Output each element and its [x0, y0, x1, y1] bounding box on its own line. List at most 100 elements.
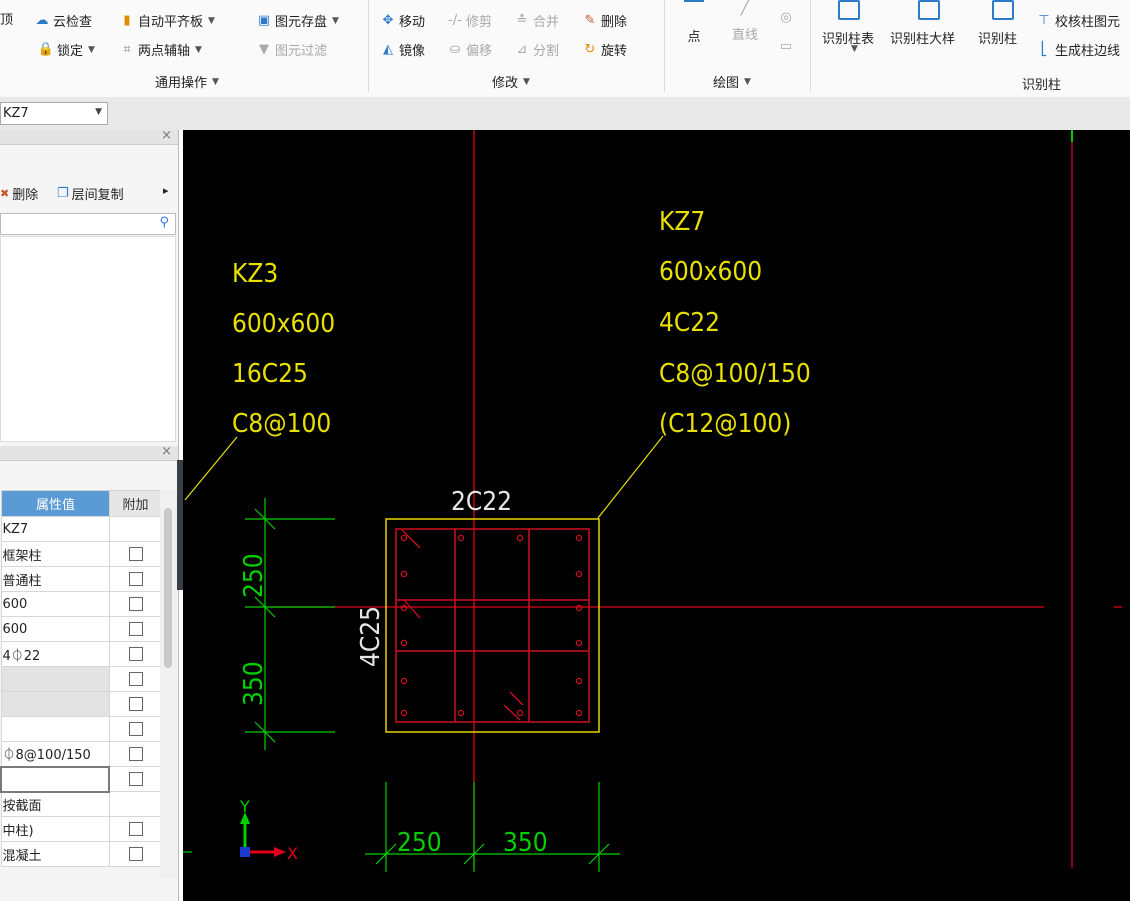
auto-align-slab-button[interactable]: ▮ 自动平齐板 ▼ [119, 11, 215, 31]
extra-checkbox[interactable] [128, 722, 143, 736]
property-row[interactable]: ⏀8@100/150 [0, 741, 162, 767]
property-row[interactable]: KZ7 [0, 516, 162, 542]
search-input[interactable]: ⚲ [0, 213, 176, 235]
property-value[interactable]: ⏀8@100/150 [0, 741, 110, 767]
property-value[interactable]: KZ7 [0, 516, 110, 542]
line-icon: ╱ [740, 0, 750, 16]
modify-group-label[interactable]: 修改 ▼ [492, 72, 530, 91]
identify-column-button[interactable]: 识别柱 [978, 28, 1017, 47]
filter-button[interactable]: ▼ 图元过滤 [256, 40, 327, 60]
close-icon[interactable]: × [161, 128, 172, 143]
extra-checkbox[interactable] [128, 697, 143, 711]
extra-checkbox[interactable] [128, 847, 143, 861]
property-value[interactable] [0, 716, 110, 742]
line-button[interactable]: ╱ 直线 [732, 0, 758, 43]
property-row[interactable]: 框架柱 [0, 541, 162, 567]
close-icon[interactable]: × [161, 444, 172, 459]
property-value[interactable]: 中柱) [0, 816, 110, 842]
generate-column-edge-button[interactable]: ⎣ 生成柱边线 [1036, 40, 1120, 60]
identify-column-detail-icon [918, 0, 940, 20]
property-row[interactable]: 混凝土 [0, 841, 162, 867]
property-value[interactable]: 600 [0, 591, 110, 617]
property-row[interactable] [0, 716, 162, 742]
property-row[interactable] [0, 691, 162, 717]
property-value[interactable]: 按截面 [0, 791, 110, 817]
extra-checkbox[interactable] [128, 772, 143, 786]
lock-icon: 🔒 [37, 41, 55, 57]
extra-checkbox[interactable] [128, 622, 143, 636]
check-column-button[interactable]: ⊤ 校核柱图元 [1036, 11, 1120, 31]
two-point-axis-button[interactable]: ⌗ 两点辅轴 ▼ [119, 40, 202, 60]
identify-column-detail-button[interactable]: 识别柱大样 [890, 28, 955, 47]
component-tree[interactable] [0, 236, 176, 442]
move-button[interactable]: ✥ 移动 [380, 11, 425, 31]
extra-checkbox[interactable] [128, 647, 143, 661]
extra-checkbox[interactable] [128, 547, 143, 561]
panel-header: × [0, 128, 178, 145]
kz7-label-line: KZ7 [659, 207, 705, 237]
lock-button[interactable]: 🔒 锁定 ▼ [37, 40, 95, 60]
property-table: 属性值 附加 KZ7 框架柱 普通柱 600 600 4⏀22 ⏀8@100/150 按截面中… [0, 490, 162, 867]
property-value[interactable] [0, 765, 110, 793]
merge-icon: ≛ [516, 12, 528, 28]
property-row[interactable]: 4⏀22 [0, 641, 162, 667]
scrollbar-thumb[interactable] [164, 508, 172, 668]
floor-copy-button[interactable]: ❐ 层间复制 [57, 184, 124, 203]
property-value[interactable]: 4⏀22 [0, 641, 110, 667]
draw-group-label[interactable]: 绘图 ▼ [713, 72, 751, 91]
trim-button[interactable]: -/- 修剪 [447, 11, 492, 31]
extra-checkbox[interactable] [128, 572, 143, 586]
mirror-button[interactable]: ◭ 镜像 [380, 40, 425, 60]
identify-column-table-button[interactable]: 识别柱表 [822, 28, 874, 47]
property-row[interactable]: 600 [0, 591, 162, 617]
split-icon: ⊿ [516, 41, 528, 57]
property-value[interactable]: 600 [0, 616, 110, 642]
group-divider [664, 0, 665, 92]
component-selector[interactable]: KZ7 ▼ [0, 102, 108, 125]
ucs-y-label: Y [239, 797, 250, 816]
column-header-value: 属性值 [0, 490, 110, 517]
kz7-label-line: (C12@100) [659, 409, 791, 439]
canvas-background [183, 130, 1130, 901]
split-button[interactable]: ⊿ 分割 [514, 40, 559, 60]
property-row[interactable] [0, 666, 162, 692]
panel-header: × [0, 444, 178, 461]
rotate-button[interactable]: ↻ 旋转 [582, 40, 627, 60]
property-extra-cell [108, 741, 162, 767]
offset-button[interactable]: ⛀ 偏移 [447, 40, 492, 60]
delete-button[interactable]: ✎ 删除 [582, 11, 627, 31]
delete-component-button[interactable]: ✖ 删除 [0, 184, 38, 203]
general-group-label[interactable]: 通用操作 ▼ [155, 72, 219, 91]
property-extra-cell [108, 841, 162, 867]
property-extra-cell [108, 666, 162, 692]
property-value[interactable]: 普通柱 [0, 566, 110, 592]
property-row[interactable] [0, 765, 162, 793]
extra-checkbox[interactable] [128, 597, 143, 611]
property-value[interactable] [0, 691, 110, 717]
merge-button[interactable]: ≛ 合并 [514, 11, 559, 31]
circle-tool-button[interactable]: ◎ [778, 10, 794, 26]
property-row[interactable]: 中柱) [0, 816, 162, 842]
cloud-check-button[interactable]: ☁ 云检查 [34, 11, 93, 31]
floor-copy-icon: ❐ [57, 186, 69, 201]
property-row[interactable]: 600 [0, 616, 162, 642]
property-value[interactable] [0, 666, 110, 692]
cad-drawing-canvas[interactable]: KZ3 600x600 16C25 C8@100 KZ7 600x600 4C2… [183, 130, 1130, 901]
rectangle-tool-button[interactable]: ▭ [778, 39, 794, 55]
kz3-label-line: 600x600 [232, 309, 335, 339]
auto-align-slab-icon: ▮ [123, 12, 131, 28]
property-value[interactable]: 框架柱 [0, 541, 110, 567]
extra-checkbox[interactable] [128, 822, 143, 836]
filter-icon: ▼ [259, 41, 269, 57]
property-value[interactable]: 混凝土 [0, 841, 110, 867]
point-button[interactable]: 点 [684, 0, 704, 45]
property-scrollbar[interactable] [160, 490, 177, 878]
extra-checkbox[interactable] [128, 672, 143, 686]
more-tools-button[interactable]: ▸ [163, 184, 169, 197]
dimension-text: 250 [239, 553, 269, 598]
cloud-check-icon: ☁ [35, 12, 49, 28]
property-row[interactable]: 按截面 [0, 791, 162, 817]
property-row[interactable]: 普通柱 [0, 566, 162, 592]
extra-checkbox[interactable] [128, 747, 143, 761]
element-save-button[interactable]: ▣ 图元存盘 ▼ [256, 11, 339, 31]
